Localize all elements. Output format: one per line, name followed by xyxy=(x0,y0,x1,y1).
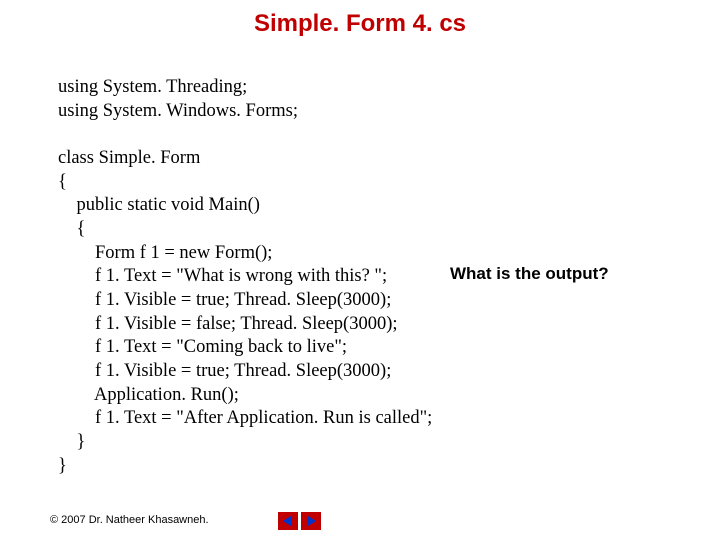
prev-slide-button[interactable] xyxy=(278,512,298,530)
copyright-footer: © 2007 Dr. Natheer Khasawneh. xyxy=(50,514,209,526)
slide-title: Simple. Form 4. cs xyxy=(0,0,720,38)
slide-nav xyxy=(278,512,321,530)
output-question: What is the output? xyxy=(450,264,609,284)
triangle-right-icon xyxy=(305,515,317,527)
code-listing: using System. Threading; using System. W… xyxy=(58,76,432,478)
next-slide-button[interactable] xyxy=(301,512,321,530)
triangle-left-icon xyxy=(282,515,294,527)
